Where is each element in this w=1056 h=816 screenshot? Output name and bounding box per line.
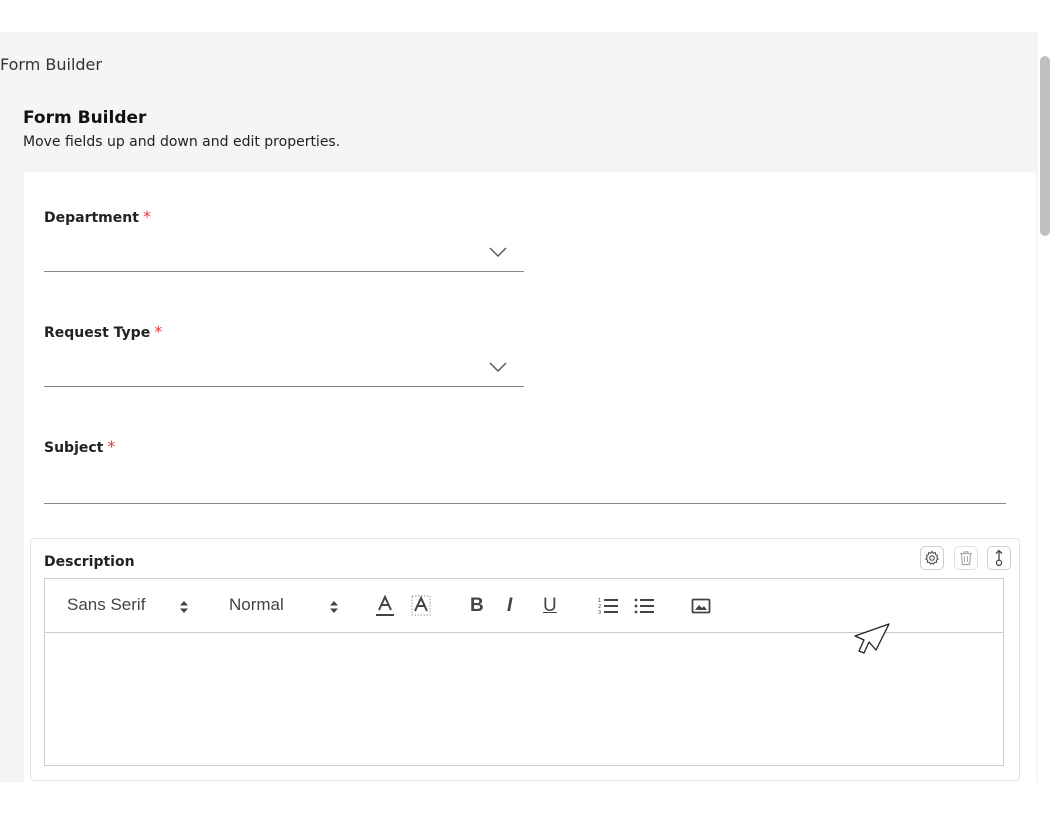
form-header: Form Builder Move fields up and down and… [23, 108, 340, 150]
request-type-field-label: Request Type * [44, 322, 163, 341]
request-type-select[interactable] [44, 352, 524, 386]
field-settings-button[interactable] [920, 546, 944, 570]
text-color-icon[interactable] [375, 595, 395, 617]
department-field-label: Department * [44, 207, 151, 226]
bullet-list-icon[interactable] [634, 597, 656, 615]
trash-icon [960, 551, 972, 566]
required-marker: * [142, 207, 151, 226]
italic-button[interactable]: I [507, 595, 512, 617]
move-field-button[interactable] [987, 546, 1011, 570]
underline-button[interactable]: U [543, 595, 557, 617]
ordered-list-icon[interactable]: 1 2 3 [598, 597, 620, 615]
delete-field-button[interactable] [954, 546, 978, 570]
subject-input[interactable] [44, 468, 1006, 503]
settings-icon [924, 550, 940, 566]
window-title: Form Builder [0, 55, 102, 74]
page-subtitle: Move fields up and down and edit propert… [23, 134, 341, 150]
description-field-label: Description [44, 554, 135, 570]
subject-field-label: Subject * [44, 437, 116, 456]
font-family-select[interactable]: Sans Serif [65, 591, 195, 619]
required-marker: * [107, 437, 116, 456]
chevron-down-icon[interactable] [489, 247, 507, 257]
rich-text-editor: Sans Serif Normal B I U 1 2 3 [44, 578, 1004, 766]
department-underline [44, 271, 524, 272]
highlight-color-icon[interactable] [411, 595, 431, 617]
page-title: Form Builder [23, 108, 147, 128]
font-family-value: Sans Serif [67, 595, 146, 614]
subject-underline [44, 503, 1006, 504]
font-size-value: Normal [229, 595, 284, 614]
request-type-underline [44, 386, 524, 387]
move-icon [995, 549, 1003, 567]
svg-text:3: 3 [598, 610, 601, 615]
font-size-select[interactable]: Normal [227, 591, 345, 619]
scrollbar-thumb[interactable] [1040, 56, 1050, 236]
required-marker: * [154, 322, 163, 341]
department-select[interactable] [44, 238, 524, 272]
bold-button[interactable]: B [470, 595, 484, 617]
mouse-cursor-icon [854, 623, 890, 654]
select-arrows-icon [180, 601, 188, 613]
select-arrows-icon [330, 601, 338, 613]
chevron-down-icon[interactable] [489, 362, 507, 372]
image-icon[interactable] [691, 598, 711, 614]
